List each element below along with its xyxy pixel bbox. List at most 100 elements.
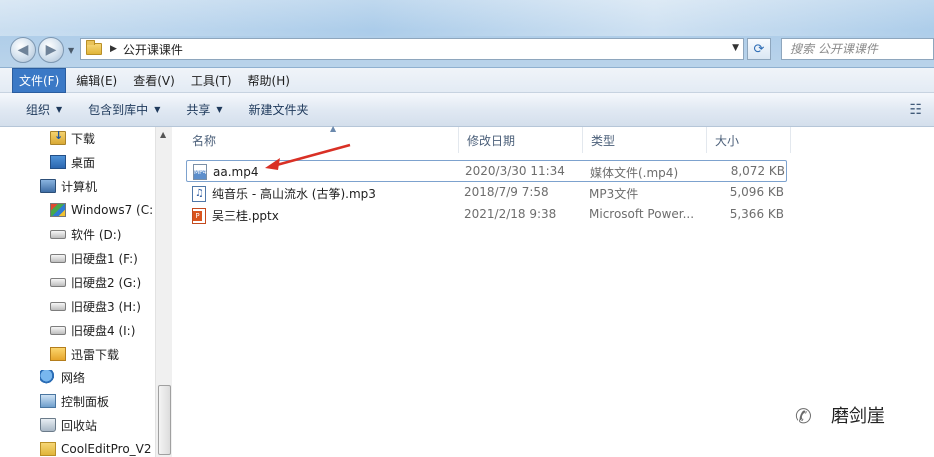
- file-name-cell: 吴三桂.pptx: [192, 207, 279, 224]
- mp3-file-icon: [192, 185, 206, 202]
- nav-item-label: 迅雷下载: [71, 347, 120, 362]
- chevron-down-icon: ▼: [216, 105, 223, 114]
- breadcrumb-chevron-icon[interactable]: ▶: [110, 44, 117, 54]
- title-bar: ◀ ▶ ▼ ▶ 公开课课件 ▼ ⟳ 搜索 公开课课件: [0, 0, 934, 68]
- file-size: 5,366 KB: [729, 207, 784, 221]
- organize-button[interactable]: 组织 ▼: [26, 101, 62, 118]
- computer-icon: [40, 179, 56, 193]
- column-header-date[interactable]: 修改日期: [459, 127, 583, 153]
- menu-file[interactable]: 文件(F): [12, 67, 67, 93]
- file-row-mp3[interactable]: 纯音乐 - 高山流水 (古筝).mp3 2018/7/9 7:58 MP3文件 …: [186, 182, 787, 204]
- breadcrumb-current-folder[interactable]: 公开课课件: [123, 41, 183, 58]
- nav-item-cooleditpro[interactable]: CoolEditPro_V2: [40, 439, 152, 457]
- menu-bar: 文件(F) 编辑(E) 查看(V) 工具(T) 帮助(H): [0, 67, 934, 93]
- navigation-scrollbar[interactable]: ▲: [155, 127, 172, 457]
- nav-item-drive-g[interactable]: 旧硬盘2 (G:): [50, 272, 141, 292]
- address-bar[interactable]: ▶ 公开课课件 ▼: [80, 38, 744, 60]
- share-button[interactable]: 共享 ▼: [186, 101, 222, 118]
- column-header-size[interactable]: 大小: [707, 127, 791, 153]
- chevron-down-icon: ▼: [154, 105, 161, 114]
- search-input[interactable]: 搜索 公开课课件: [781, 38, 934, 60]
- file-type: 媒体文件(.mp4): [590, 166, 679, 180]
- nav-item-control-panel[interactable]: 控制面板: [40, 391, 109, 411]
- nav-item-label: 计算机: [61, 179, 98, 194]
- network-icon: [40, 370, 56, 384]
- drive-icon: [50, 301, 66, 311]
- file-date: 2020/3/30 11:34: [465, 164, 565, 178]
- recent-pages-dropdown-icon[interactable]: ▼: [68, 46, 74, 55]
- wechat-icon: ✆: [795, 404, 812, 428]
- nav-item-downloads[interactable]: 下载: [50, 128, 95, 148]
- download-folder-icon: [50, 129, 66, 145]
- nav-item-xunlei[interactable]: 迅雷下载: [50, 344, 119, 364]
- nav-item-label: 旧硬盘3 (H:): [71, 299, 141, 314]
- folder-icon: [40, 442, 56, 456]
- include-in-library-label: 包含到库中: [88, 103, 149, 117]
- file-date: 2018/7/9 7:58: [464, 185, 549, 199]
- nav-item-label: 控制面板: [61, 394, 110, 409]
- menu-help[interactable]: 帮助(H): [242, 69, 296, 92]
- windows-drive-icon: [50, 203, 66, 217]
- organize-label: 组织: [26, 103, 51, 117]
- nav-item-drive-c[interactable]: Windows7 (C:: [50, 200, 153, 220]
- nav-item-drive-h[interactable]: 旧硬盘3 (H:): [50, 296, 141, 316]
- nav-item-drive-i[interactable]: 旧硬盘4 (I:): [50, 320, 135, 340]
- nav-item-label: 桌面: [71, 155, 96, 170]
- mp4-file-icon: MP4: [193, 164, 207, 180]
- nav-item-label: 旧硬盘4 (I:): [71, 323, 136, 338]
- nav-item-label: 网络: [61, 370, 86, 385]
- nav-item-desktop[interactable]: 桌面: [50, 152, 95, 172]
- nav-item-computer[interactable]: 计算机: [40, 176, 97, 196]
- file-date: 2021/2/18 9:38: [464, 207, 557, 221]
- refresh-button[interactable]: ⟳: [747, 38, 771, 60]
- window-glass-background: [0, 0, 934, 36]
- file-name-cell: 纯音乐 - 高山流水 (古筝).mp3: [192, 185, 376, 202]
- column-header-label: 名称: [192, 133, 217, 148]
- desktop-icon: [50, 155, 66, 169]
- new-folder-button[interactable]: 新建文件夹: [249, 101, 309, 118]
- back-arrow-icon: ◀: [17, 42, 29, 58]
- menu-view[interactable]: 查看(V): [127, 69, 181, 92]
- xunlei-folder-icon: [50, 347, 66, 361]
- forward-button[interactable]: ▶: [38, 37, 64, 63]
- back-button[interactable]: ◀: [10, 37, 36, 63]
- refresh-icon: ⟳: [753, 41, 765, 57]
- folder-icon: [86, 40, 102, 55]
- scrollbar-thumb[interactable]: [158, 385, 171, 455]
- recycle-bin-icon: [40, 418, 56, 432]
- nav-item-recycle-bin[interactable]: 回收站: [40, 415, 97, 435]
- change-view-icon[interactable]: ☷: [909, 102, 922, 118]
- navigation-pane: 下载 桌面 计算机 Windows7 (C: 软件 (D:) 旧硬盘1 (F:)…: [0, 127, 172, 457]
- file-type: MP3文件: [589, 187, 639, 201]
- drive-icon: [50, 277, 66, 287]
- nav-item-label: 旧硬盘2 (G:): [71, 275, 142, 290]
- drive-icon: [50, 229, 66, 239]
- drive-icon: [50, 253, 66, 263]
- control-panel-icon: [40, 394, 56, 408]
- sort-ascending-icon: ▲: [330, 124, 337, 133]
- column-header-type[interactable]: 类型: [583, 127, 707, 153]
- file-row-aa-mp4[interactable]: MP4 aa.mp4 2020/3/30 11:34 媒体文件(.mp4) 8,0…: [186, 160, 787, 182]
- drive-icon: [50, 325, 66, 335]
- pptx-file-icon: [192, 207, 206, 224]
- watermark-text: 磨剑崖: [831, 406, 885, 427]
- share-label: 共享: [186, 103, 211, 117]
- file-type: Microsoft Power...: [589, 207, 695, 221]
- nav-item-label: CoolEditPro_V2: [61, 442, 152, 456]
- watermark: ✆ 磨剑崖: [795, 402, 885, 428]
- column-header-name[interactable]: ▲ 名称: [184, 124, 459, 153]
- menu-tools[interactable]: 工具(T): [185, 69, 238, 92]
- address-dropdown-icon[interactable]: ▼: [732, 43, 739, 53]
- nav-item-label: 回收站: [61, 418, 98, 433]
- file-size: 8,072 KB: [730, 164, 785, 178]
- command-bar: 组织 ▼ 包含到库中 ▼ 共享 ▼ 新建文件夹 ☷: [0, 93, 934, 127]
- nav-item-label: Windows7 (C:: [71, 203, 154, 217]
- nav-item-network[interactable]: 网络: [40, 367, 85, 387]
- nav-item-label: 软件 (D:): [71, 227, 122, 242]
- scroll-up-icon[interactable]: ▲: [160, 130, 166, 139]
- file-row-pptx[interactable]: 吴三桂.pptx 2021/2/18 9:38 Microsoft Power.…: [186, 204, 787, 226]
- nav-item-drive-d[interactable]: 软件 (D:): [50, 224, 121, 244]
- include-in-library-button[interactable]: 包含到库中 ▼: [88, 101, 160, 118]
- menu-edit[interactable]: 编辑(E): [70, 69, 123, 92]
- nav-item-drive-f[interactable]: 旧硬盘1 (F:): [50, 248, 138, 268]
